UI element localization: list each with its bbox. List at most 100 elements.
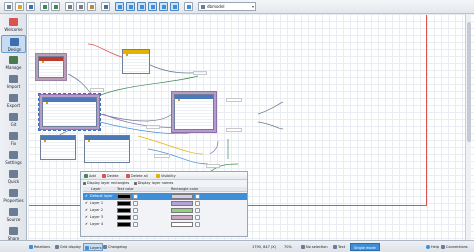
sidebar-item-design[interactable]: Design — [1, 35, 26, 53]
edit-text-color-button[interactable] — [133, 215, 138, 220]
find-button[interactable] — [101, 2, 110, 11]
edit-rectangle-color-button[interactable] — [195, 215, 200, 220]
add-layer-button[interactable]: Add — [83, 173, 96, 179]
table-bottom-1[interactable] — [40, 135, 76, 160]
connections-label: Connections — [446, 245, 468, 249]
add-table-button[interactable] — [115, 2, 124, 11]
relation-line — [257, 101, 284, 115]
relation-label[interactable] — [193, 71, 207, 75]
delete-all-layers-button[interactable]: Delete all — [125, 173, 148, 179]
redo-button[interactable] — [51, 2, 60, 11]
selection-status[interactable]: No selection — [300, 243, 328, 251]
layer-visible-check-icon[interactable]: ✔ — [85, 193, 88, 200]
rectangle-color-swatch[interactable] — [171, 215, 193, 220]
layout-combo[interactable]: dbmodel ▾ — [198, 2, 256, 11]
layout-icon — [187, 5, 191, 9]
visibility-button[interactable]: Visibility — [155, 173, 176, 179]
open-file-button[interactable] — [15, 2, 24, 11]
undo-button[interactable] — [40, 2, 49, 11]
table-left[interactable] — [38, 93, 101, 131]
edit-text-color-button[interactable] — [133, 201, 138, 206]
manage-icon — [9, 56, 18, 64]
add-group-icon — [151, 5, 155, 9]
rectangle-color-swatch[interactable] — [171, 194, 193, 199]
layer-row[interactable]: ✔ Layer 3 — [83, 214, 247, 221]
table-bottom-2[interactable] — [84, 135, 130, 163]
scrollbar-thumb[interactable] — [467, 22, 471, 142]
redo-icon — [54, 5, 58, 9]
relation-label[interactable] — [90, 88, 104, 92]
add-view-button[interactable] — [126, 2, 135, 11]
edit-rectangle-color-button[interactable] — [195, 201, 200, 206]
sidebar-item-settings[interactable]: Settings — [1, 149, 26, 167]
sidebar-item-source[interactable]: Source — [1, 206, 26, 224]
add-group-button[interactable] — [148, 2, 157, 11]
layout-button[interactable] — [184, 2, 193, 11]
text-color-swatch[interactable] — [117, 215, 131, 220]
sidebar-item-welcome[interactable]: Welcome — [1, 16, 26, 34]
changelog-label: Changelog — [108, 245, 127, 249]
edit-text-color-button[interactable] — [133, 208, 138, 213]
edit-text-color-button[interactable] — [133, 222, 138, 227]
sidebar-item-properties[interactable]: Properties — [1, 187, 26, 205]
sidebar-item-import[interactable]: Import — [1, 73, 26, 91]
layer-row[interactable]: ✔ Layer 1 — [83, 200, 247, 207]
delete-all-icon — [126, 174, 130, 178]
layer-visible-check-icon[interactable]: ✔ — [85, 200, 88, 207]
text-color-swatch[interactable] — [117, 194, 131, 199]
relation-label[interactable] — [206, 164, 220, 168]
layer-row[interactable]: ✔ Layer 2 — [83, 207, 247, 214]
delete-layer-button[interactable]: Delete — [101, 173, 119, 179]
help-button[interactable]: Help — [425, 243, 439, 251]
layer-visible-check-icon[interactable]: ✔ — [85, 214, 88, 221]
welcome-icon — [9, 18, 18, 26]
edit-text-color-button[interactable] — [133, 194, 138, 199]
cut-button[interactable] — [65, 2, 74, 11]
layer-visible-check-icon[interactable]: ✔ — [85, 221, 88, 228]
text-mode-label: Text — [338, 245, 346, 249]
text-color-swatch[interactable] — [117, 201, 131, 206]
paste-button[interactable] — [87, 2, 96, 11]
grid-display-toggle[interactable]: Grid display — [54, 243, 81, 251]
text-color-swatch[interactable] — [117, 222, 131, 227]
sidebar-item-fix[interactable]: Fix — [1, 130, 26, 148]
copy-button[interactable] — [76, 2, 85, 11]
connections-button[interactable]: Connections — [440, 243, 468, 251]
changelog-toggle[interactable]: Changelog — [102, 243, 127, 251]
sidebar-item-git[interactable]: Git — [1, 111, 26, 129]
table-yellow[interactable] — [122, 49, 150, 74]
sidebar-item-manage[interactable]: Manage — [1, 54, 26, 72]
layer-visible-check-icon[interactable]: ✔ — [85, 207, 88, 214]
add-relation-button[interactable] — [137, 2, 146, 11]
display-names-checkbox[interactable] — [133, 181, 137, 185]
text-mode-button[interactable]: Text — [332, 243, 345, 251]
layer-row[interactable]: ✔ Default layer — [83, 193, 247, 200]
layers-toggle[interactable]: Layers — [83, 243, 103, 251]
rectangle-color-swatch[interactable] — [171, 222, 193, 227]
sidebar-item-quick[interactable]: Quick — [1, 168, 26, 186]
zoom-level[interactable]: 70% — [282, 243, 292, 251]
single-mode-button[interactable]: Single mode — [350, 243, 380, 251]
sidebar-item-export[interactable]: Export — [1, 92, 26, 110]
relation-label[interactable] — [226, 98, 242, 102]
add-note-button[interactable] — [159, 2, 168, 11]
rectangle-color-swatch[interactable] — [171, 208, 193, 213]
add-query-button[interactable] — [170, 2, 179, 11]
canvas-vertical-scrollbar[interactable] — [465, 14, 471, 240]
rectangle-color-swatch[interactable] — [171, 201, 193, 206]
display-rectangles-checkbox[interactable] — [83, 181, 86, 185]
relations-toggle[interactable]: Relations — [28, 243, 50, 251]
edit-rectangle-color-button[interactable] — [195, 208, 200, 213]
layer-row[interactable]: ✔ Layer 4 — [83, 221, 247, 228]
selection-status-label: No selection — [306, 245, 328, 249]
table-right[interactable] — [174, 94, 214, 130]
relation-label[interactable] — [154, 154, 170, 158]
edit-rectangle-color-button[interactable] — [195, 222, 200, 227]
edit-rectangle-color-button[interactable] — [195, 194, 200, 199]
text-color-swatch[interactable] — [117, 208, 131, 213]
save-button[interactable] — [26, 2, 35, 11]
new-file-button[interactable] — [4, 2, 13, 11]
relation-label[interactable] — [146, 125, 160, 129]
relation-label[interactable] — [226, 128, 242, 132]
table-red[interactable] — [38, 56, 64, 78]
